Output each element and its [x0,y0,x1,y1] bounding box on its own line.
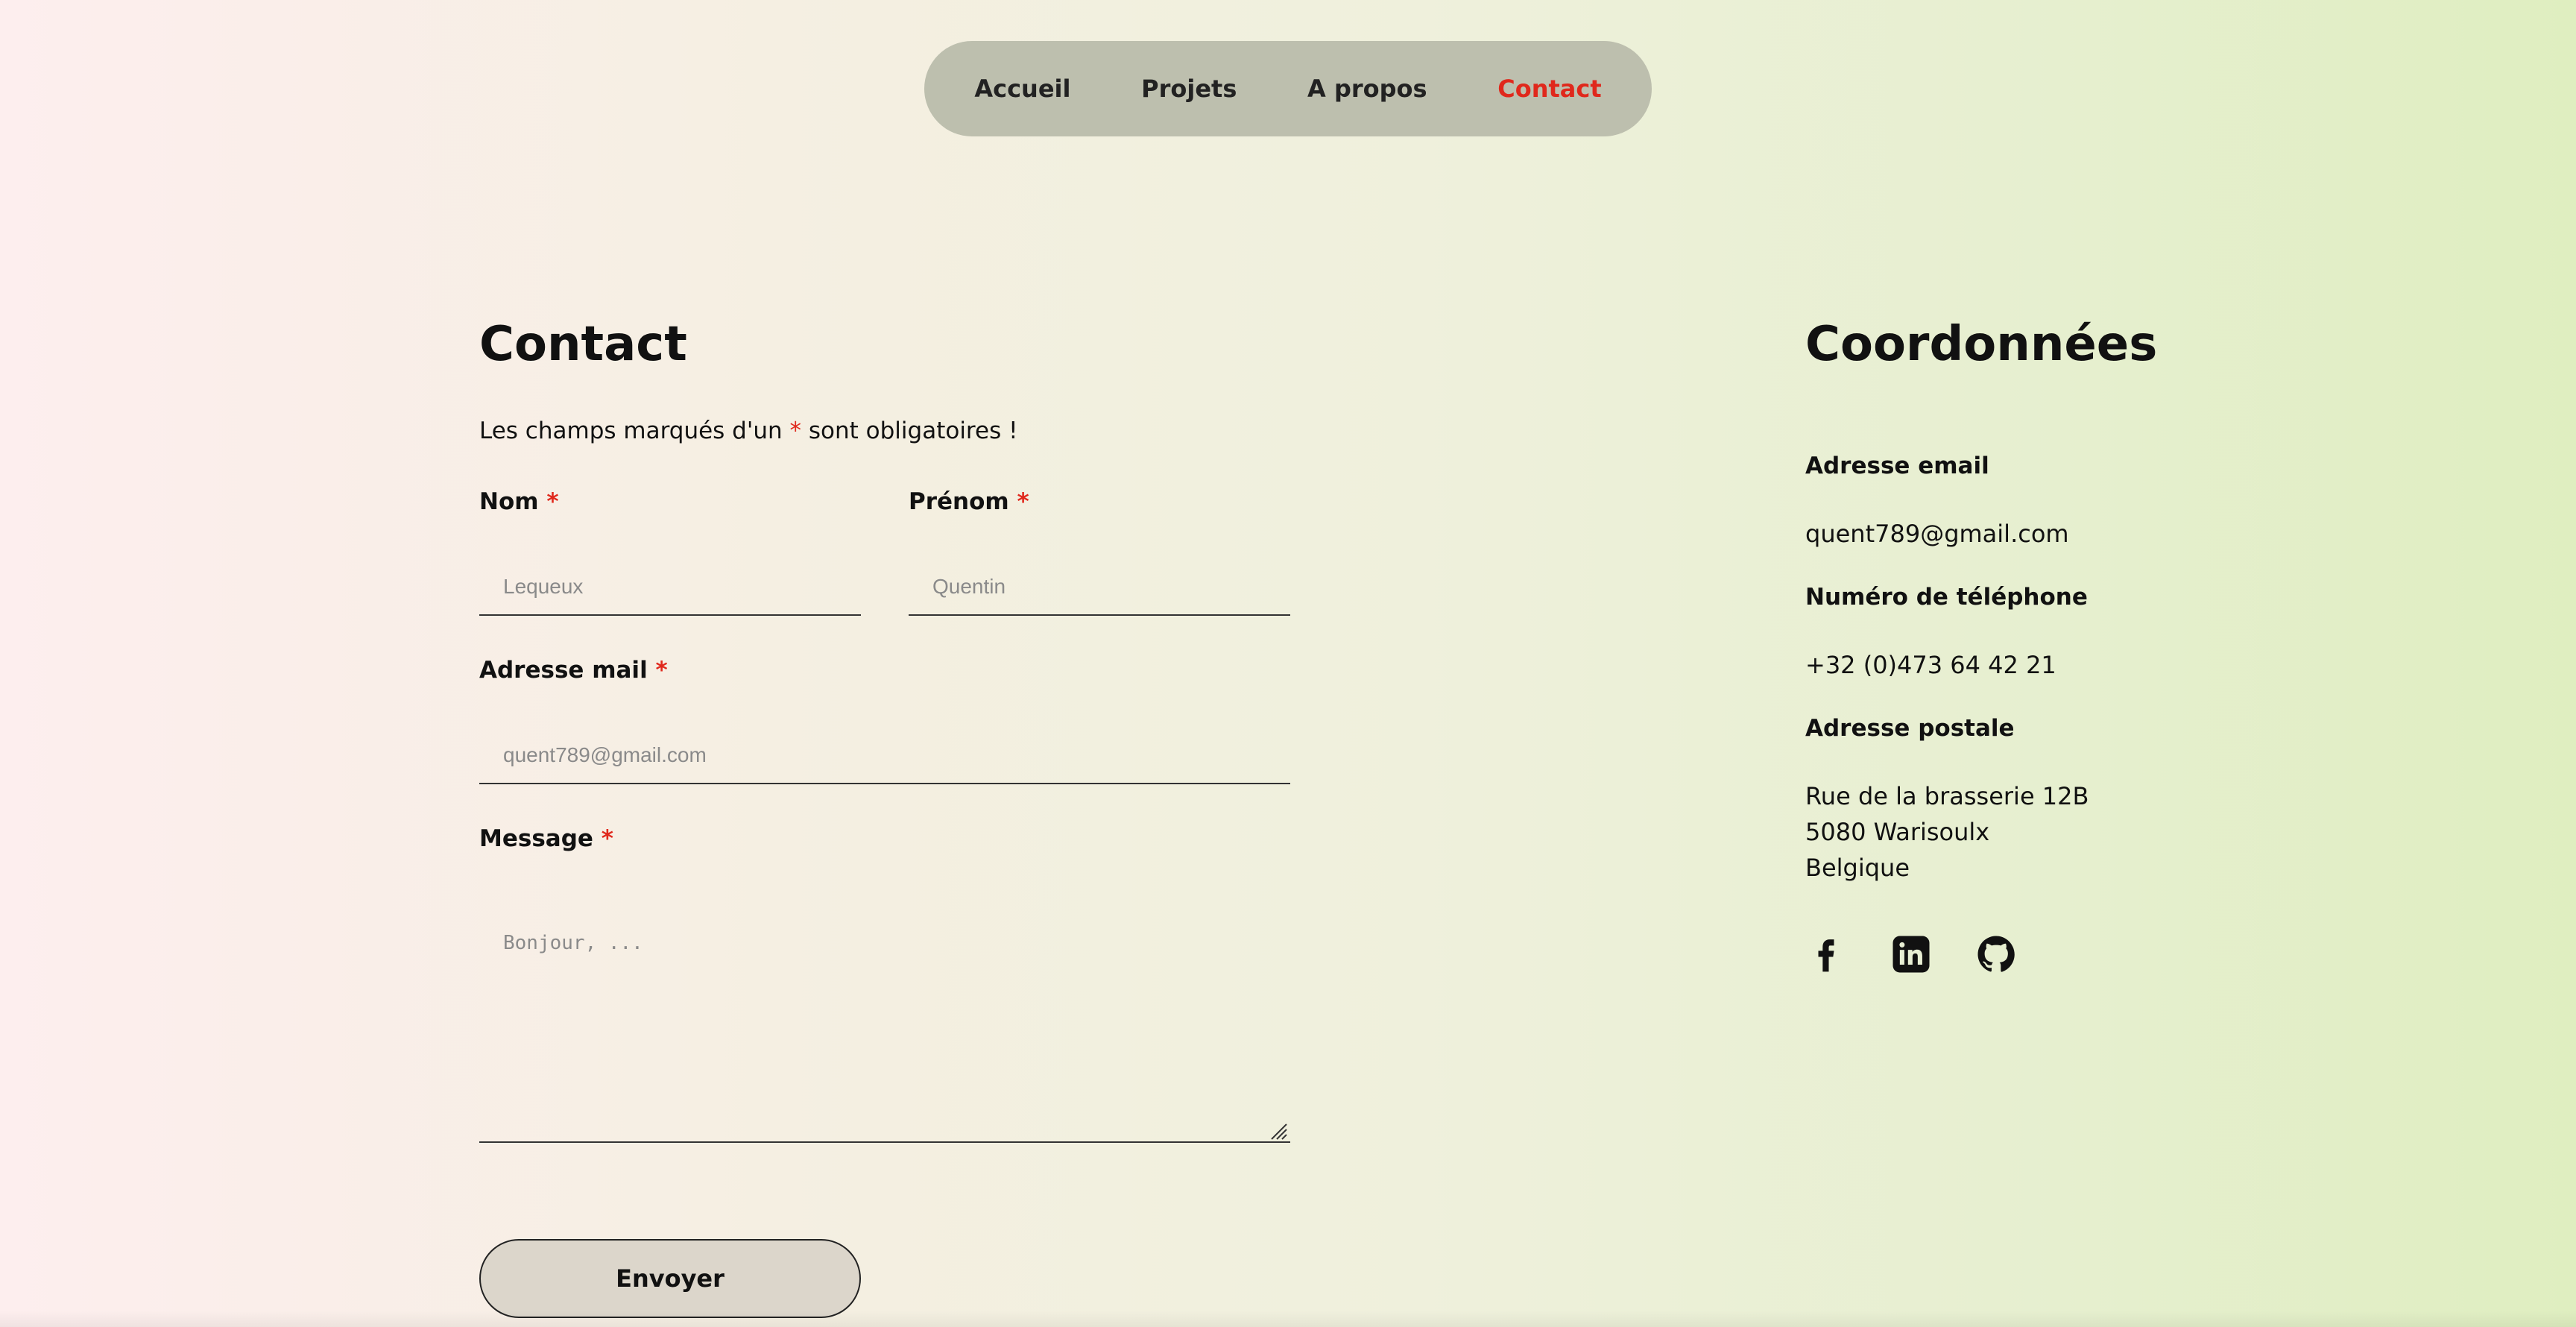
phone-info-value: +32 (0)473 64 42 21 [1805,651,2056,679]
nav-item-accueil[interactable]: Accueil [956,67,1088,110]
prenom-label: Prénom * [909,488,1029,515]
resize-handle-icon[interactable] [1269,1121,1288,1141]
footer-shadow [0,1311,2576,1327]
nom-label: Nom * [479,488,559,515]
nom-label-text: Nom [479,488,539,515]
required-star: * [655,657,668,684]
coordinates-title: Coordonnées [1805,317,2158,372]
facebook-link[interactable] [1805,933,1847,975]
email-label-text: Adresse mail [479,657,648,684]
contact-title: Contact [479,317,687,372]
facebook-icon [1818,939,1834,972]
nav-item-projets[interactable]: Projets [1123,67,1254,110]
message-textarea[interactable] [479,910,1290,1143]
message-label: Message * [479,825,613,852]
required-star: * [789,417,802,444]
address-line: Belgique [1805,854,1910,882]
send-button[interactable]: Envoyer [479,1239,861,1318]
note-text-after: sont obligatoires ! [801,417,1018,444]
prenom-label-text: Prénom [909,488,1009,515]
nav-item-a-propos[interactable]: A propos [1289,67,1445,110]
nav-item-contact[interactable]: Contact [1480,67,1619,110]
address-info-value: Rue de la brasserie 12B 5080 Warisoulx B… [1805,778,2089,886]
prenom-input[interactable] [909,559,1290,616]
github-link[interactable] [1975,933,2017,975]
nom-input[interactable] [479,559,861,616]
linkedin-link[interactable] [1890,933,1932,975]
address-line: Rue de la brasserie 12B [1805,782,2089,810]
required-star: * [1017,488,1029,515]
required-star: * [546,488,559,515]
email-input[interactable] [479,728,1290,784]
email-label: Adresse mail * [479,657,668,684]
email-info-value: quent789@gmail.com [1805,520,2069,548]
github-icon [1977,936,2015,972]
note-text-before: Les champs marqués d'un [479,417,790,444]
required-fields-note: Les champs marqués d'un * sont obligatoi… [479,417,1018,444]
address-info-label: Adresse postale [1805,715,2015,742]
required-star: * [601,825,613,852]
main-nav: Accueil Projets A propos Contact [924,41,1652,136]
message-label-text: Message [479,825,593,852]
linkedin-icon [1892,936,1930,973]
address-line: 5080 Warisoulx [1805,818,1990,846]
phone-info-label: Numéro de téléphone [1805,584,2088,611]
email-info-label: Adresse email [1805,453,1989,479]
social-links [1805,933,2017,975]
